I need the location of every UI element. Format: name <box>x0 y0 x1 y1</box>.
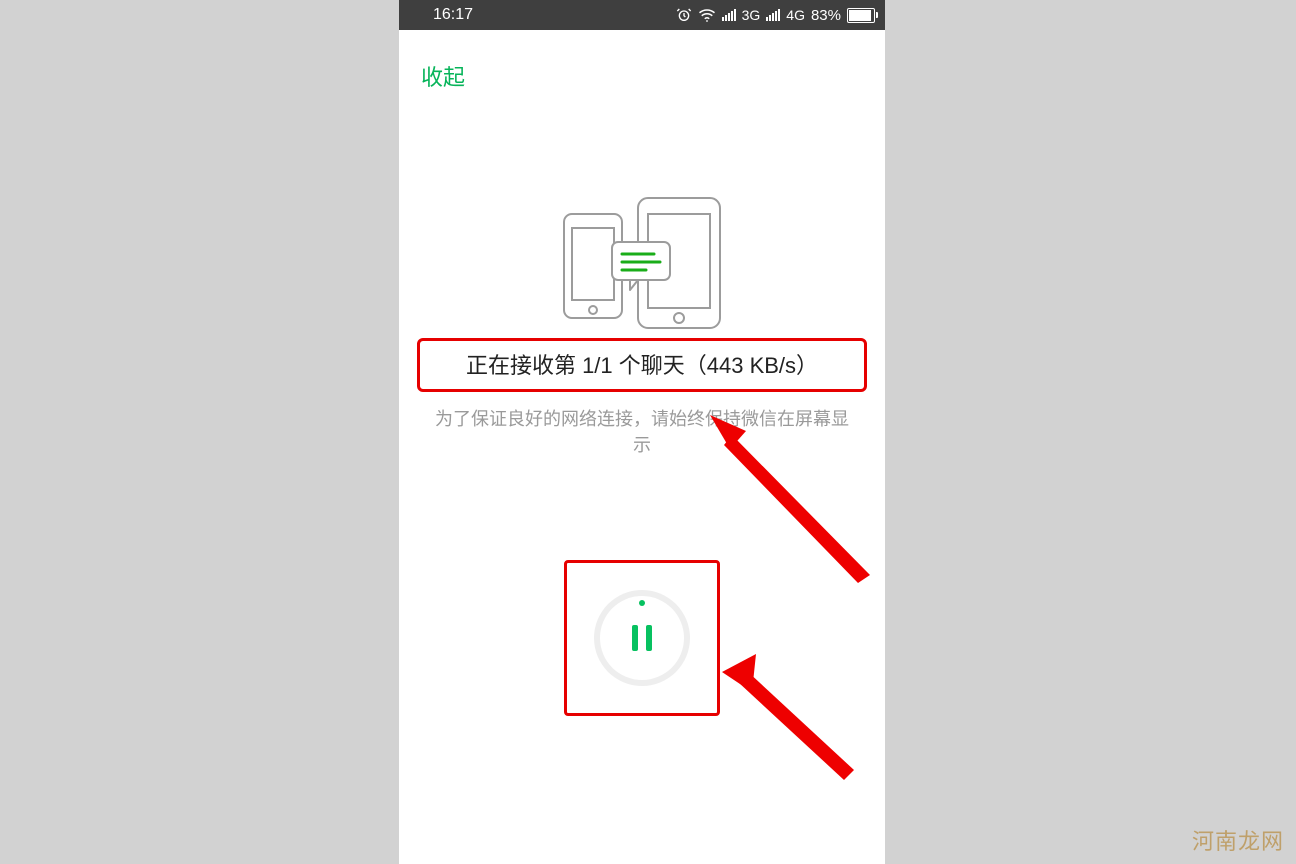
transfer-status-text: 正在接收第 1/1 个聊天（443 KB/s） <box>428 351 856 381</box>
pause-button[interactable] <box>600 596 684 680</box>
signal-b-icon <box>766 9 780 21</box>
top-bar: 收起 <box>399 30 885 92</box>
pause-icon <box>632 625 652 651</box>
transfer-hint-text: 为了保证良好的网络连接，请始终保持微信在屏幕显示 <box>429 406 855 458</box>
signal-a-icon <box>722 9 736 21</box>
progress-dot-icon <box>639 600 645 606</box>
signal-b-label: 4G <box>786 7 805 23</box>
collapse-button[interactable]: 收起 <box>421 60 465 92</box>
phone-frame: 16:17 <box>399 0 885 864</box>
status-bar: 16:17 <box>399 0 885 30</box>
battery-icon <box>847 8 875 23</box>
alarm-icon <box>676 7 692 23</box>
signal-a-label: 3G <box>742 7 761 23</box>
wifi-icon <box>698 8 716 22</box>
battery-percent: 83% <box>811 7 841 24</box>
watermark-text: 河南龙网 <box>1192 824 1284 856</box>
status-time: 16:17 <box>433 6 473 24</box>
pause-highlight-box <box>564 560 720 716</box>
transfer-illustration <box>542 192 742 332</box>
status-highlight-box: 正在接收第 1/1 个聊天（443 KB/s） <box>417 338 867 392</box>
